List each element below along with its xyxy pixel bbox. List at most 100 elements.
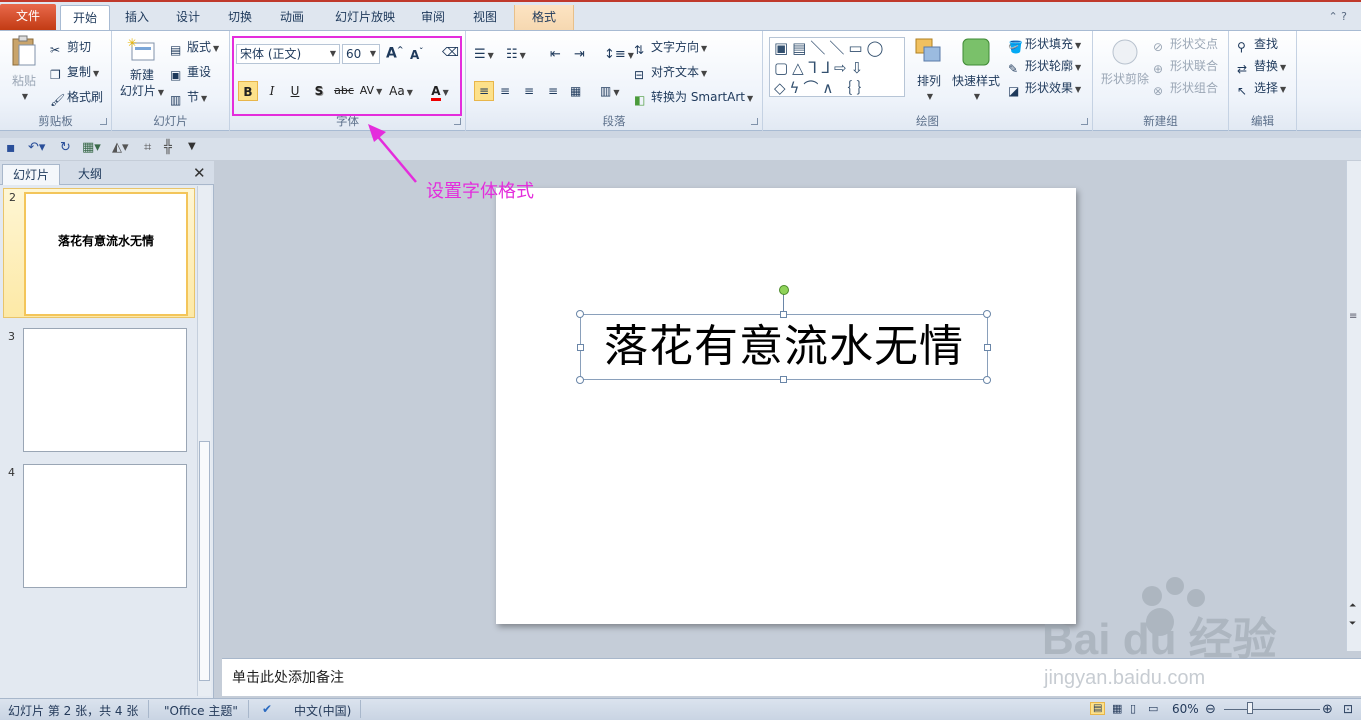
reading-view-icon[interactable]: ▯ [1130, 702, 1136, 715]
slide-canvas[interactable] [496, 188, 1076, 624]
resize-handle-bl[interactable] [576, 376, 584, 384]
shape-intersect-button[interactable]: ⊘ 形状交点 [1153, 36, 1218, 54]
spellcheck-icon[interactable]: ✔ [262, 702, 272, 716]
union-icon: ⊕ [1153, 62, 1164, 76]
save-icon[interactable]: ▪ [6, 140, 16, 156]
normal-view-icon[interactable]: ▤ [1090, 702, 1106, 715]
tab-slides[interactable]: 幻灯片 [2, 164, 60, 185]
redo-icon[interactable]: ↻ [60, 140, 71, 155]
reset-button[interactable]: ▣ 重设 [170, 64, 211, 82]
drawing-launcher-icon[interactable] [1081, 118, 1088, 125]
zoom-in-icon[interactable]: ⊕ [1322, 702, 1333, 717]
tab-home[interactable]: 开始 [60, 5, 110, 30]
crop-icon[interactable]: ⌗ [144, 140, 151, 155]
increase-indent-icon[interactable]: ⇥ [574, 47, 585, 63]
new-slide-button[interactable]: ✳ 新建 幻灯片 ▼ [116, 36, 168, 101]
align-center-button[interactable]: ≡ [500, 83, 510, 99]
shape-outline-button[interactable]: ✎ 形状轮廓 ▼ [1008, 58, 1081, 76]
bullets-button[interactable]: ☰ ▼ [474, 47, 494, 64]
zoom-level[interactable]: 60% [1172, 702, 1199, 716]
tab-file[interactable]: 文件 [0, 4, 56, 30]
shape-subtract-button[interactable]: 形状剪除 [1097, 37, 1153, 87]
layout-button[interactable]: ▤ 版式 ▼ [170, 39, 219, 57]
shape-combine-button[interactable]: ⊗ 形状组合 [1153, 80, 1218, 98]
slideshow-view-icon[interactable]: ▭ [1148, 702, 1158, 715]
language-indicator[interactable]: 中文(中国) [294, 702, 351, 719]
tab-view[interactable]: 视图 [463, 5, 507, 30]
resize-handle-t[interactable] [780, 311, 787, 318]
zoom-out-icon[interactable]: ⊖ [1205, 702, 1216, 717]
close-panel-icon[interactable]: ✕ [193, 164, 206, 182]
text-direction-button[interactable]: ⇅ 文字方向 ▼ [634, 39, 707, 57]
resize-handle-l[interactable] [577, 344, 584, 351]
tab-outline[interactable]: 大纲 [62, 164, 118, 185]
quick-styles-button[interactable]: 快速样式 ▼ [951, 37, 1001, 105]
thumbnail-title: 落花有意流水无情 [57, 234, 154, 248]
zoom-slider[interactable] [1224, 709, 1320, 710]
slide-title-text[interactable]: 落花有意流水无情 [580, 316, 988, 378]
replace-button[interactable]: ⇄ 替换 ▼ [1237, 58, 1286, 76]
panel-scrollbar[interactable] [197, 186, 211, 696]
find-button[interactable]: ⚲ 查找 [1237, 36, 1278, 54]
resize-handle-tl[interactable] [576, 310, 584, 318]
slideshow-icon[interactable]: ▦▾ [82, 140, 101, 155]
section-button[interactable]: ▥ 节 ▼ [170, 89, 207, 107]
align-left-button[interactable]: ≡ [474, 81, 494, 101]
align-icon[interactable]: ╬ [164, 140, 172, 155]
shape-fill-button[interactable]: 🪣 形状填充 ▼ [1008, 36, 1081, 54]
cut-button[interactable]: ✂ 剪切 [50, 39, 91, 57]
select-button[interactable]: ↖ 选择 ▼ [1237, 80, 1286, 98]
ribbon-minimize-icon[interactable]: ⌃ ? [1328, 10, 1347, 23]
arrange-button[interactable]: 排列 ▼ [911, 37, 947, 105]
tab-insert[interactable]: 插入 [115, 5, 159, 30]
editor-scrollbar[interactable]: ≡ ⏶ ⏷ [1346, 161, 1361, 651]
numbering-button[interactable]: ☷ ▼ [506, 47, 526, 64]
distributed-button[interactable]: ▦ [570, 83, 581, 99]
columns-button[interactable]: ▥ ▼ [600, 83, 620, 101]
svg-text:jingyan.baidu.com: jingyan.baidu.com [1043, 667, 1205, 689]
fit-window-icon[interactable]: ⊡ [1343, 702, 1353, 716]
paste-button[interactable]: 粘贴 ▼ [6, 35, 42, 105]
align-right-button[interactable]: ≡ [524, 83, 534, 99]
resize-handle-r[interactable] [984, 344, 991, 351]
clipboard-launcher-icon[interactable] [100, 118, 107, 125]
format-painter-button[interactable]: 🖌 格式刷 [50, 89, 103, 107]
slide-thumbnail-2[interactable]: 2 落花有意流水无情 [3, 188, 195, 318]
tab-slideshow[interactable]: 幻灯片放映 [325, 5, 405, 30]
notes-placeholder[interactable]: 单击此处添加备注 [232, 667, 344, 687]
thumbnail-canvas [23, 464, 187, 588]
tab-review[interactable]: 审阅 [411, 5, 455, 30]
resize-handle-tr[interactable] [983, 310, 991, 318]
slide-thumbnail-4[interactable]: 4 [3, 464, 195, 594]
next-slide-icon[interactable]: ⏷ [1349, 619, 1356, 629]
sorter-view-icon[interactable]: ▦ [1112, 702, 1122, 715]
shapes-gallery[interactable]: ▣▤＼＼▭◯ ▢△ᒣᒧ⇨⇩ ◇ϟ⌒∧｛｝ [769, 37, 905, 97]
tab-animations[interactable]: 动画 [270, 5, 314, 30]
tab-design[interactable]: 设计 [166, 5, 210, 30]
line-spacing-button[interactable]: ↕≡ ▼ [604, 47, 634, 64]
customize-qat-icon[interactable]: ▼ [188, 141, 196, 152]
decrease-indent-icon[interactable]: ⇤ [550, 47, 561, 63]
panel-scroll-thumb[interactable] [199, 441, 210, 681]
rotation-handle[interactable] [779, 285, 789, 295]
smartart-button[interactable]: ◧ 转换为 SmartArt ▼ [634, 89, 753, 107]
new-group: 形状剪除 ⊘ 形状交点 ⊕ 形状联合 ⊗ 形状组合 新建组 [1093, 31, 1229, 131]
reset-icon: ▣ [170, 68, 182, 82]
shape-union-button[interactable]: ⊕ 形状联合 [1153, 58, 1218, 76]
shapes-icon[interactable]: ◭▾ [112, 140, 129, 155]
theme-name[interactable]: "Office 主题" [164, 702, 238, 719]
shape-effects-button[interactable]: ◪ 形状效果 ▼ [1008, 80, 1081, 98]
copy-button[interactable]: ❐ 复制 ▼ [50, 64, 99, 82]
zoom-slider-thumb[interactable] [1247, 702, 1253, 714]
justify-button[interactable]: ≡ [548, 83, 558, 99]
undo-icon[interactable]: ↶▾ [28, 140, 45, 155]
paragraph-launcher-icon[interactable] [751, 118, 758, 125]
resize-handle-b[interactable] [780, 376, 787, 383]
resize-handle-br[interactable] [983, 376, 991, 384]
tab-format[interactable]: 格式 [514, 5, 574, 30]
slide-thumbnail-3[interactable]: 3 [3, 328, 195, 458]
align-text-button[interactable]: ⊟ 对齐文本 ▼ [634, 64, 707, 82]
prev-slide-icon[interactable]: ⏶ [1349, 601, 1356, 611]
tab-transitions[interactable]: 切换 [218, 5, 262, 30]
font-launcher-icon[interactable] [454, 118, 461, 125]
